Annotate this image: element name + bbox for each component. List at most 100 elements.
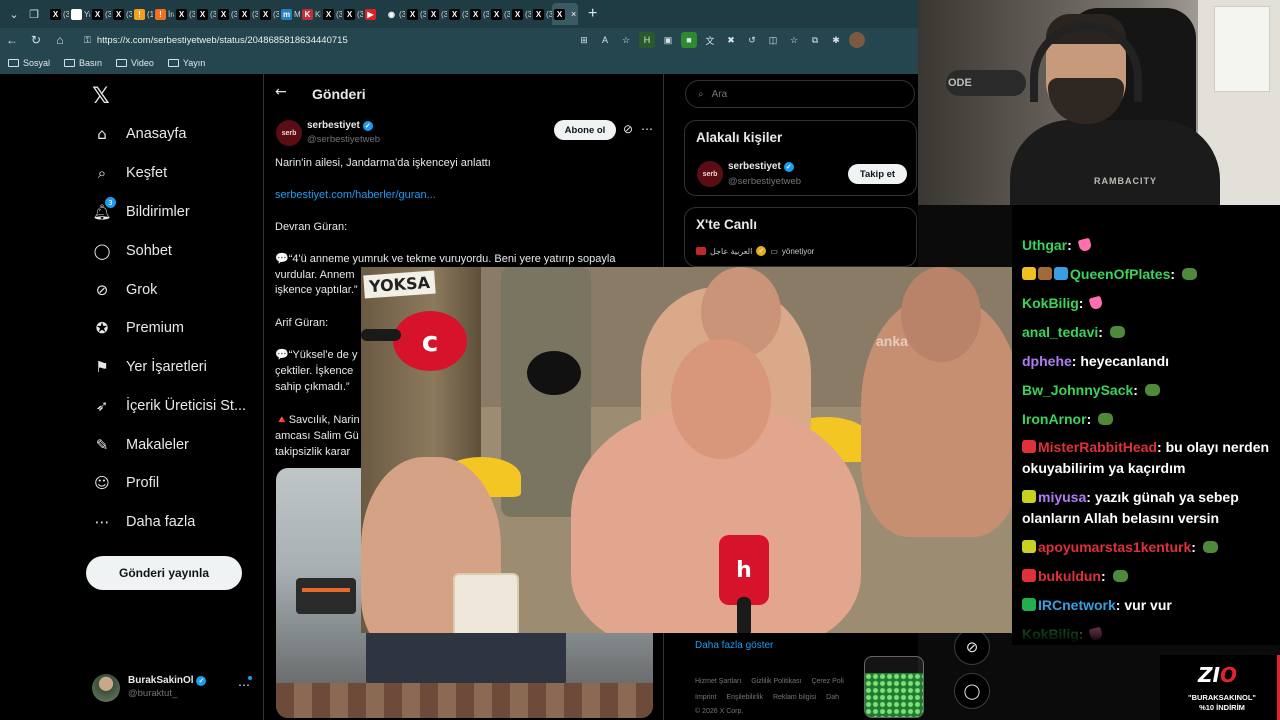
relevant-person-avatar[interactable]: serb xyxy=(697,161,723,187)
footer-link[interactable]: Çerez Poli xyxy=(811,678,843,685)
browser-tab[interactable]: X(3) xyxy=(216,3,237,25)
nav-item-bookmarks[interactable]: ⚑ Yer İşaretleri xyxy=(92,353,207,381)
grok-icon[interactable]: ⊘ xyxy=(623,122,633,136)
browser-tab[interactable]: X(3) xyxy=(258,3,279,25)
footer-link[interactable]: Imprint xyxy=(695,694,716,701)
browser-tab[interactable]: X(3) xyxy=(111,3,132,25)
workspaces-icon[interactable]: ❐ xyxy=(24,4,44,24)
nav-item-chat[interactable]: ◯ Sohbet xyxy=(92,237,172,265)
browser-tab[interactable]: X(3) xyxy=(531,3,552,25)
footer-link[interactable]: Reklam bilgisi xyxy=(773,694,816,701)
extension-translate-icon[interactable]: 文 xyxy=(702,32,718,48)
site-info-icon[interactable]: ⚿ xyxy=(84,35,91,46)
subscribe-button[interactable]: Abone ol xyxy=(554,120,616,140)
back-arrow-icon[interactable]: ← xyxy=(275,84,287,100)
account-switcher[interactable]: BurakSakinOl ✓ @buraktut_ ⋯ xyxy=(92,672,252,702)
nav-item-articles[interactable]: ✎ Makaleler xyxy=(92,431,189,459)
reload-icon[interactable]: ↻ xyxy=(24,28,48,52)
app-available-icon[interactable]: ⊞ xyxy=(576,32,592,48)
browser-tab[interactable]: !(13 xyxy=(132,3,153,25)
x-logo-icon[interactable]: 𝕏 xyxy=(92,84,110,109)
extension-x-icon[interactable]: ✖ xyxy=(723,32,739,48)
nav-item-explore[interactable]: ⌕ Keşfet xyxy=(92,159,167,187)
relevant-person-handle[interactable]: @serbestiyetweb xyxy=(728,176,801,187)
browser-tab[interactable]: X × xyxy=(552,3,578,25)
extension-sync-icon[interactable]: ↺ xyxy=(744,32,760,48)
address-bar[interactable]: ⚿ https://x.com/serbestiyetweb/status/20… xyxy=(84,31,574,49)
browser-tab[interactable]: ▶ xyxy=(363,3,384,25)
collections-icon[interactable]: ⧉ xyxy=(807,32,823,48)
browser-tab[interactable]: X(3) xyxy=(237,3,258,25)
post-link[interactable]: serbestiyet.com/haberler/guran... xyxy=(275,188,645,204)
bookmark-folder[interactable]: Sosyal xyxy=(8,58,50,68)
footer-link[interactable]: Dah xyxy=(826,694,839,701)
more-dots-icon[interactable]: ⋯ xyxy=(238,678,250,692)
favorite-star-icon[interactable]: ☆ xyxy=(618,32,634,48)
show-more-link[interactable]: Daha fazla göster xyxy=(695,640,773,651)
nav-item-notifications[interactable]: 🔔︎ 3 Bildirimler xyxy=(92,197,190,226)
browser-tab[interactable]: mMir xyxy=(279,3,300,25)
bookmark-folder[interactable]: Video xyxy=(116,58,154,68)
extension-hh-icon[interactable]: H xyxy=(639,32,655,48)
favorites-icon[interactable]: ☆ xyxy=(786,32,802,48)
chat-username[interactable]: IRCnetwork xyxy=(1038,597,1116,613)
browser-tab[interactable]: X(3) xyxy=(321,3,342,25)
nav-item-creator-studio[interactable]: ➶ İçerik Üreticisi St... xyxy=(92,392,246,420)
profile-avatar-icon[interactable] xyxy=(849,32,865,48)
extension-screen-icon[interactable]: ▣ xyxy=(660,32,676,48)
browser-tab[interactable]: X(3) xyxy=(447,3,468,25)
nav-item-more[interactable]: ⋯ Daha fazla xyxy=(92,508,196,536)
new-tab-plus-icon[interactable]: + xyxy=(588,5,597,23)
tab-close-icon[interactable]: × xyxy=(571,9,576,19)
chat-username[interactable]: miyusa xyxy=(1038,489,1086,505)
nav-item-grok[interactable]: ⊘ Grok xyxy=(92,276,158,304)
back-arrow-icon[interactable]: ← xyxy=(0,28,24,52)
read-aloud-icon[interactable]: A xyxy=(597,32,613,48)
footer-link[interactable]: Erişilebilirlik xyxy=(726,694,763,701)
chat-username[interactable]: anal_tedavi xyxy=(1022,324,1098,340)
browser-tab[interactable]: X(3) xyxy=(489,3,510,25)
browser-tab[interactable]: X(3) xyxy=(174,3,195,25)
nav-item-profile[interactable]: ☺ Profil xyxy=(92,469,159,497)
extensions-puzzle-icon[interactable]: ✱ xyxy=(828,32,844,48)
browser-tab[interactable]: X(3) xyxy=(405,3,426,25)
home-icon[interactable]: ⌂ xyxy=(48,28,72,52)
author-avatar[interactable]: serb xyxy=(276,120,302,146)
bookmark-folder[interactable]: Basın xyxy=(64,58,102,68)
browser-tab[interactable]: X(3) xyxy=(48,3,69,25)
chat-username[interactable]: bukuldun xyxy=(1038,568,1101,584)
post-button[interactable]: Gönderi yayınla xyxy=(86,556,242,590)
author-handle[interactable]: @serbestiyetweb xyxy=(307,134,380,145)
relevant-person-name[interactable]: serbestiyet ✓ xyxy=(728,161,794,172)
follow-button[interactable]: Takip et xyxy=(848,164,907,184)
chat-username[interactable]: apoyumarstas1kenturk xyxy=(1038,539,1191,555)
browser-tab[interactable]: ◉(3) xyxy=(384,3,405,25)
extension-green-icon[interactable]: ■ xyxy=(681,32,697,48)
browser-tab[interactable]: X(3) xyxy=(426,3,447,25)
browser-tab[interactable]: KKicl xyxy=(300,3,321,25)
author-name[interactable]: serbestiyet ✓ xyxy=(307,120,373,131)
browser-tab[interactable]: X(3) xyxy=(342,3,363,25)
nav-item-premium[interactable]: ✪ Premium xyxy=(92,314,184,342)
grok-float-button[interactable]: ⊘ xyxy=(954,629,990,665)
chat-username[interactable]: QueenOfPlates xyxy=(1070,266,1170,282)
nav-item-home[interactable]: ⌂ Anasayfa xyxy=(92,120,186,148)
split-screen-icon[interactable]: ◫ xyxy=(765,32,781,48)
browser-tab[interactable]: X(3) xyxy=(510,3,531,25)
more-dots-icon[interactable]: ⋯ xyxy=(641,122,653,136)
browser-tab[interactable]: !İrar xyxy=(153,3,174,25)
footer-link[interactable]: Hizmet Şartları xyxy=(695,678,741,685)
messages-float-button[interactable]: ◯ xyxy=(954,673,990,709)
chat-username[interactable]: Uthgar xyxy=(1022,237,1067,253)
tab-list-chevron-icon[interactable]: ⌄ xyxy=(4,4,24,24)
browser-tab[interactable]: X(3) xyxy=(468,3,489,25)
chat-username[interactable]: KokBilig xyxy=(1022,295,1079,311)
chat-username[interactable]: IronArnor xyxy=(1022,411,1087,427)
footer-link[interactable]: Gizlilik Politikası xyxy=(751,678,801,685)
chat-username[interactable]: Bw_JohnnySack xyxy=(1022,382,1133,398)
search-input[interactable]: ⌕ Ara xyxy=(685,80,915,108)
bookmark-folder[interactable]: Yayın xyxy=(167,58,205,68)
chat-username[interactable]: dphehe xyxy=(1022,353,1072,369)
chat-username[interactable]: MisterRabbitHead xyxy=(1038,439,1157,455)
browser-tab[interactable]: X(3) xyxy=(195,3,216,25)
